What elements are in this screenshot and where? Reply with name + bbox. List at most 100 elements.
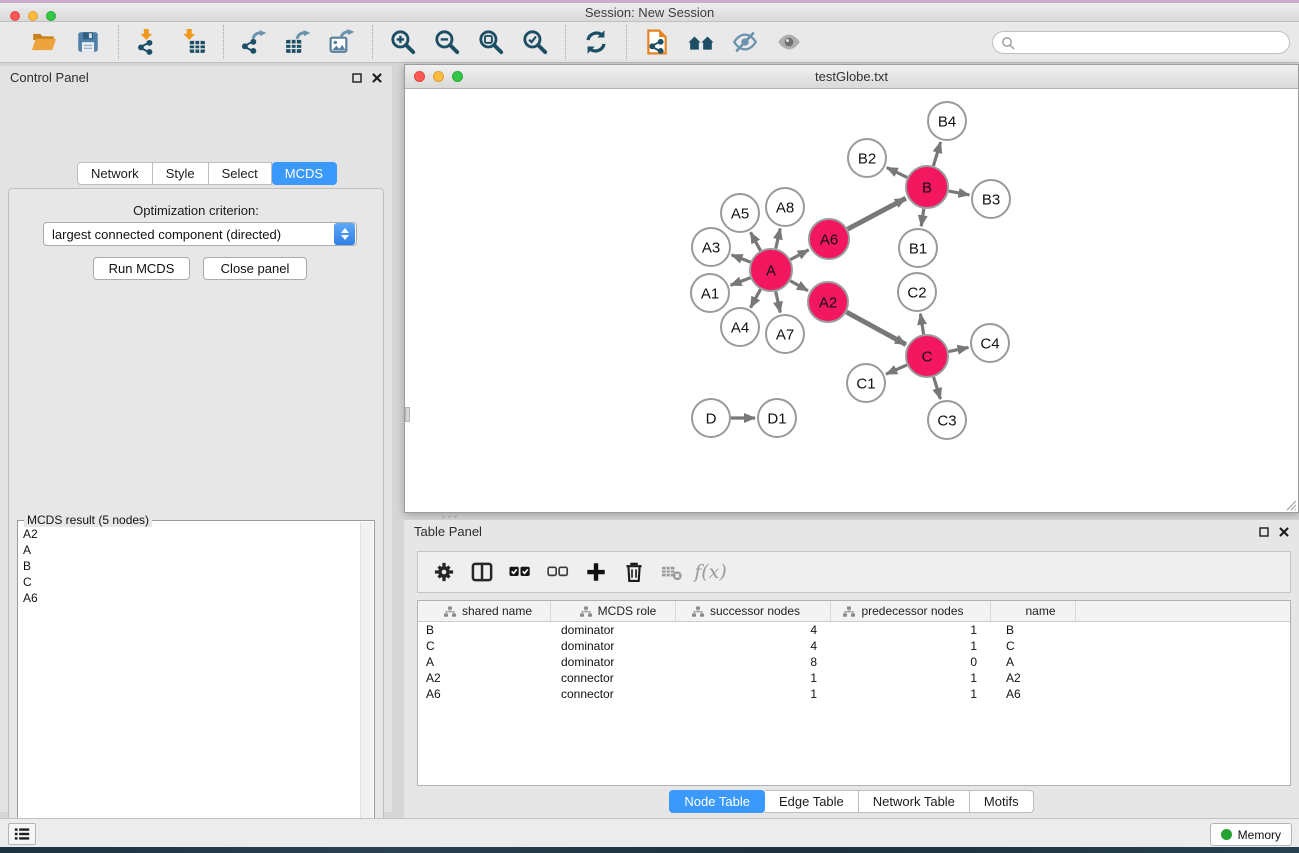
network-canvas[interactable]: B4B2BB3A8A5A6A3B1AA1C2A2A4A7C4CC1DD1C3 xyxy=(405,89,1298,512)
split-view-button[interactable] xyxy=(468,557,497,587)
criterion-dropdown[interactable]: largest connected component (directed) xyxy=(43,222,357,246)
unselect-all-button[interactable] xyxy=(544,557,573,587)
export-image-button[interactable] xyxy=(326,27,358,57)
close-panel-button[interactable]: Close panel xyxy=(203,257,307,280)
result-item-A6[interactable]: A6 xyxy=(23,590,360,606)
graph-node-A3[interactable]: A3 xyxy=(692,228,730,266)
graph-node-C[interactable]: C xyxy=(906,335,948,377)
graph-node-C1[interactable]: C1 xyxy=(847,364,885,402)
function-button[interactable]: f(x) xyxy=(696,557,725,587)
panel-divider-handle[interactable] xyxy=(405,407,410,422)
import-table-button[interactable] xyxy=(177,27,209,57)
graph-edge-A-A2[interactable] xyxy=(790,281,808,291)
graph-edge-C-C1[interactable] xyxy=(886,365,907,374)
graph-node-B4[interactable]: B4 xyxy=(928,102,966,140)
graph-node-C3[interactable]: C3 xyxy=(928,401,966,439)
select-all-button[interactable] xyxy=(506,557,535,587)
show-eye-button[interactable] xyxy=(773,27,805,57)
add-column-button[interactable] xyxy=(582,557,611,587)
graph-edge-C-C4[interactable] xyxy=(949,347,969,351)
search-box[interactable] xyxy=(992,31,1290,54)
graph-node-A8[interactable]: A8 xyxy=(766,188,804,226)
graph-node-A6[interactable]: A6 xyxy=(809,219,849,259)
export-network-button[interactable] xyxy=(238,27,270,57)
graph-edge-A-A8[interactable] xyxy=(776,228,780,248)
graph-edge-C-C2[interactable] xyxy=(920,314,923,335)
graph-node-A7[interactable]: A7 xyxy=(766,315,804,353)
result-item-A2[interactable]: A2 xyxy=(23,526,360,542)
delete-table-button[interactable] xyxy=(658,557,687,587)
graph-edge-A-A5[interactable] xyxy=(751,232,761,250)
column-header-MCDS-role[interactable]: MCDS role xyxy=(551,601,676,621)
tab-mcds[interactable]: MCDS xyxy=(272,162,337,185)
graph-node-A1[interactable]: A1 xyxy=(691,274,729,312)
column-header-name[interactable]: name xyxy=(991,601,1076,621)
graph-edge-B-B4[interactable] xyxy=(933,142,940,166)
delete-column-button[interactable] xyxy=(620,557,649,587)
graph-node-B1[interactable]: B1 xyxy=(899,229,937,267)
refresh-button[interactable] xyxy=(580,27,612,57)
zoom-fit-button[interactable] xyxy=(475,27,507,57)
graph-node-A5[interactable]: A5 xyxy=(721,194,759,232)
graph-edge-A-A6[interactable] xyxy=(790,250,808,260)
zoom-selected-button[interactable] xyxy=(519,27,551,57)
graph-node-A4[interactable]: A4 xyxy=(721,308,759,346)
tab-network-table[interactable]: Network Table xyxy=(859,790,970,813)
tab-style[interactable]: Style xyxy=(153,162,209,185)
graph-edge-A-A4[interactable] xyxy=(751,289,761,307)
table-row[interactable]: Bdominator41B xyxy=(418,622,1290,638)
table-row[interactable]: A6connector11A6 xyxy=(418,686,1290,702)
table-row[interactable]: A2connector11A2 xyxy=(418,670,1290,686)
graph-edge-C-C3[interactable] xyxy=(934,377,941,399)
result-scrollbar[interactable] xyxy=(360,522,373,853)
column-header-predecessor-nodes[interactable]: predecessor nodes xyxy=(831,601,991,621)
export-table-button[interactable] xyxy=(282,27,314,57)
float-table-panel-icon[interactable] xyxy=(1259,527,1269,537)
close-window-button[interactable] xyxy=(10,11,20,21)
graph-node-D[interactable]: D xyxy=(692,399,730,437)
table-row[interactable]: Adominator80A xyxy=(418,654,1290,670)
result-item-C[interactable]: C xyxy=(23,574,360,590)
run-mcds-button[interactable]: Run MCDS xyxy=(93,257,190,280)
graph-edge-A2-C[interactable] xyxy=(846,312,905,344)
network-from-document-button[interactable] xyxy=(641,27,673,57)
graph-edge-B-B2[interactable] xyxy=(887,168,907,178)
network-minimize-button[interactable] xyxy=(433,71,444,82)
zoom-in-button[interactable] xyxy=(387,27,419,57)
maximize-window-button[interactable] xyxy=(46,11,56,21)
graph-node-C2[interactable]: C2 xyxy=(898,273,936,311)
network-maximize-button[interactable] xyxy=(452,71,463,82)
homes-button[interactable] xyxy=(685,27,717,57)
tab-motifs[interactable]: Motifs xyxy=(970,790,1034,813)
close-table-panel-icon[interactable] xyxy=(1279,527,1289,537)
result-item-B[interactable]: B xyxy=(23,558,360,574)
close-panel-icon[interactable] xyxy=(372,73,382,83)
table-row[interactable]: Cdominator41C xyxy=(418,638,1290,654)
save-button[interactable] xyxy=(72,27,104,57)
graph-edge-B-B3[interactable] xyxy=(949,191,970,195)
graph-node-D1[interactable]: D1 xyxy=(758,399,796,437)
result-item-A[interactable]: A xyxy=(23,542,360,558)
zoom-out-button[interactable] xyxy=(431,27,463,57)
column-header-successor-nodes[interactable]: successor nodes xyxy=(676,601,831,621)
search-input[interactable] xyxy=(1019,32,1289,53)
gear-button[interactable] xyxy=(430,557,459,587)
graph-edge-B-B1[interactable] xyxy=(921,209,924,226)
network-window-titlebar[interactable]: testGlobe.txt xyxy=(405,65,1298,89)
tab-node-table[interactable]: Node Table xyxy=(669,790,765,813)
open-folder-button[interactable] xyxy=(28,27,60,57)
minimize-window-button[interactable] xyxy=(28,11,38,21)
horizontal-divider-handle[interactable] xyxy=(440,514,458,519)
resize-grip-icon[interactable] xyxy=(1284,498,1297,511)
mcds-result-list[interactable]: A2ABCA6 xyxy=(19,522,360,853)
graph-node-B2[interactable]: B2 xyxy=(848,139,886,177)
graph-edge-A-A3[interactable] xyxy=(732,255,751,262)
graph-node-B3[interactable]: B3 xyxy=(972,180,1010,218)
graph-edge-A-A7[interactable] xyxy=(776,291,781,312)
tab-network[interactable]: Network xyxy=(77,162,153,185)
graph-edge-A6-B[interactable] xyxy=(848,198,906,229)
column-header-shared-name[interactable]: shared name xyxy=(418,601,551,621)
task-history-button[interactable] xyxy=(8,823,36,845)
graph-node-A[interactable]: A xyxy=(750,249,792,291)
graph-node-C4[interactable]: C4 xyxy=(971,324,1009,362)
